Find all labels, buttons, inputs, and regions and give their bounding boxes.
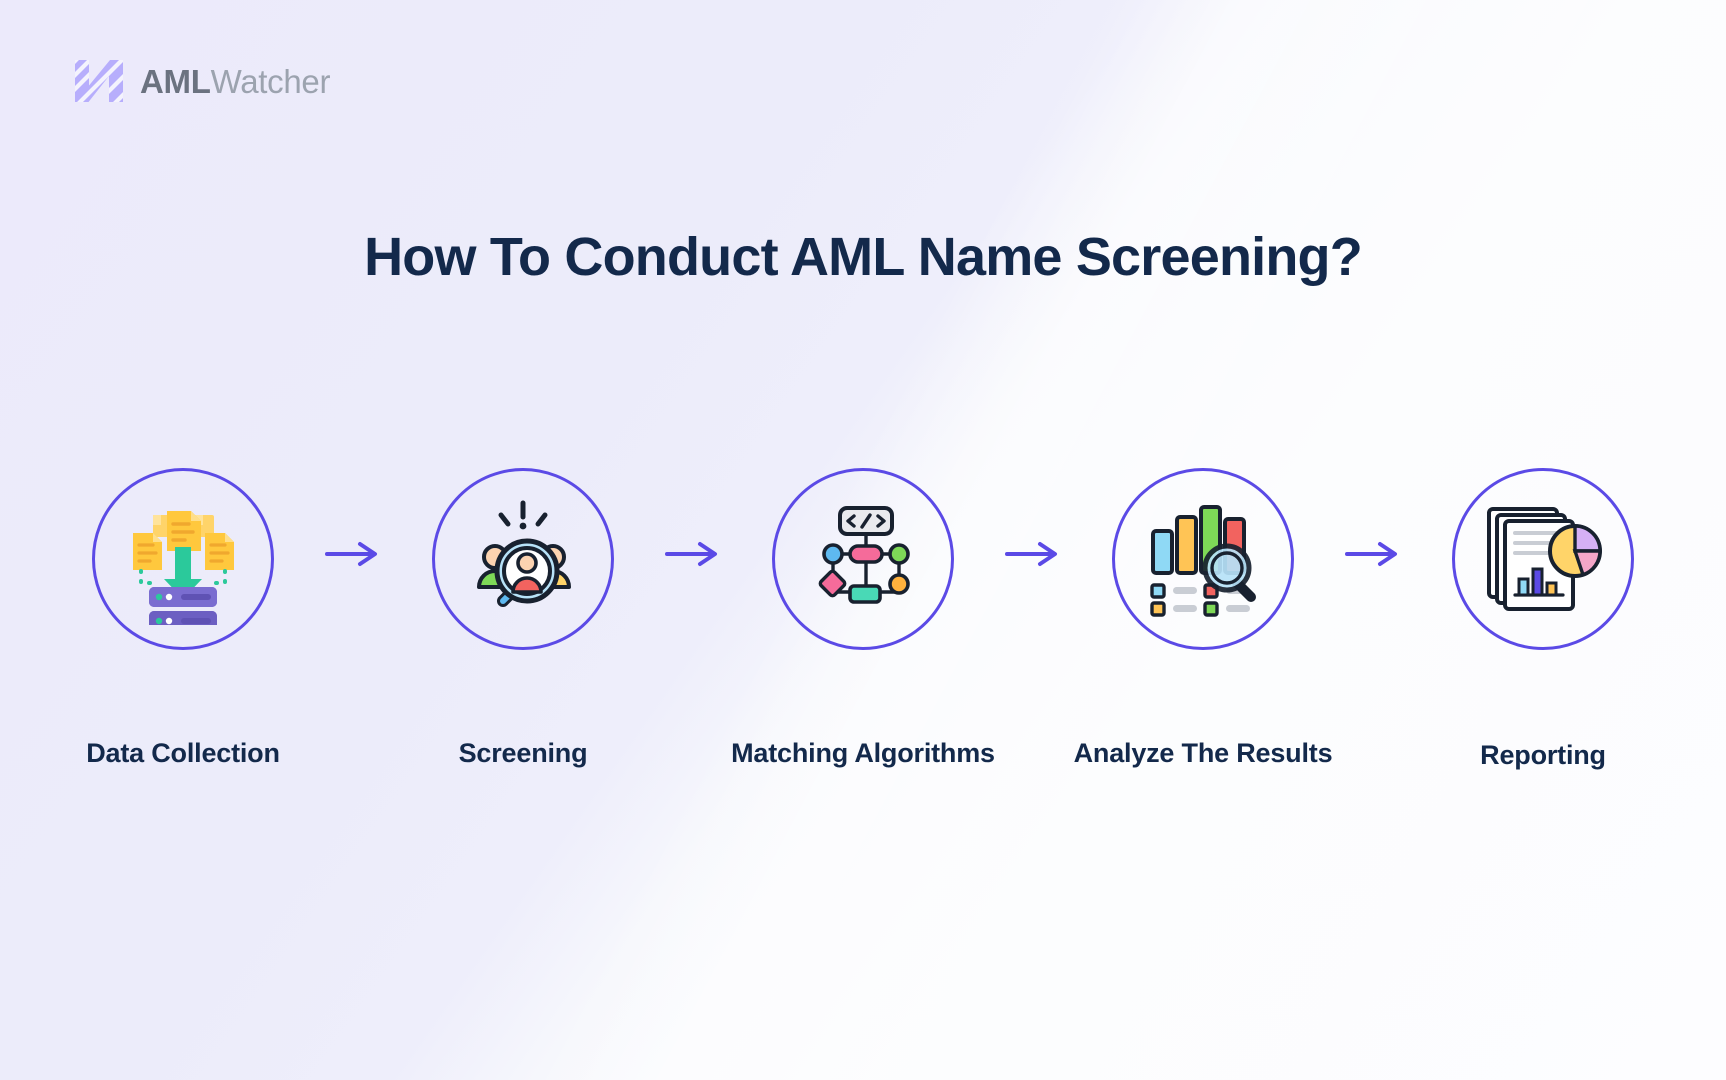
flow-step-label: Screening bbox=[458, 738, 588, 768]
flow-step-label: Reporting bbox=[1480, 740, 1606, 770]
flow-step-circle bbox=[1452, 468, 1634, 650]
flow-step-matching-algorithms[interactable]: Matching Algorithms bbox=[729, 468, 997, 769]
flow-step-label: Analyze The Results bbox=[1073, 738, 1333, 768]
flow-step-data-collection[interactable]: Data Collection bbox=[49, 468, 317, 769]
matching-algorithms-flowchart-icon bbox=[800, 496, 926, 622]
page-title: How To Conduct AML Name Screening? bbox=[364, 227, 1363, 288]
arrow-right-icon bbox=[317, 541, 389, 567]
analyze-results-barchart-icon bbox=[1139, 495, 1267, 623]
data-collection-icon bbox=[117, 493, 249, 625]
screening-magnifier-icon bbox=[457, 493, 589, 625]
flow-step-reporting[interactable]: Reporting bbox=[1409, 468, 1677, 771]
flow-step-circle bbox=[1112, 468, 1294, 650]
aml-watcher-logo-mark-icon bbox=[72, 56, 124, 106]
brand-name-bold: AML bbox=[140, 62, 211, 100]
brand-name: AMLWatcher bbox=[140, 65, 330, 98]
reporting-documents-icon bbox=[1479, 495, 1607, 623]
arrow-right-icon bbox=[1337, 541, 1409, 567]
brand-logo[interactable]: AMLWatcher bbox=[72, 56, 330, 106]
flow-step-circle bbox=[772, 468, 954, 650]
process-flow: Data Collection Screening Matching Algor… bbox=[0, 468, 1726, 771]
brand-name-light: Watcher bbox=[210, 62, 331, 100]
flow-step-screening[interactable]: Screening bbox=[389, 468, 657, 769]
flow-step-circle bbox=[92, 468, 274, 650]
flow-step-circle bbox=[432, 468, 614, 650]
flow-step-label: Matching Algorithms bbox=[731, 738, 995, 768]
flow-step-analyze-results[interactable]: Analyze The Results bbox=[1069, 468, 1337, 769]
flow-step-label: Data Collection bbox=[86, 738, 280, 768]
arrow-right-icon bbox=[657, 541, 729, 567]
arrow-right-icon bbox=[997, 541, 1069, 567]
